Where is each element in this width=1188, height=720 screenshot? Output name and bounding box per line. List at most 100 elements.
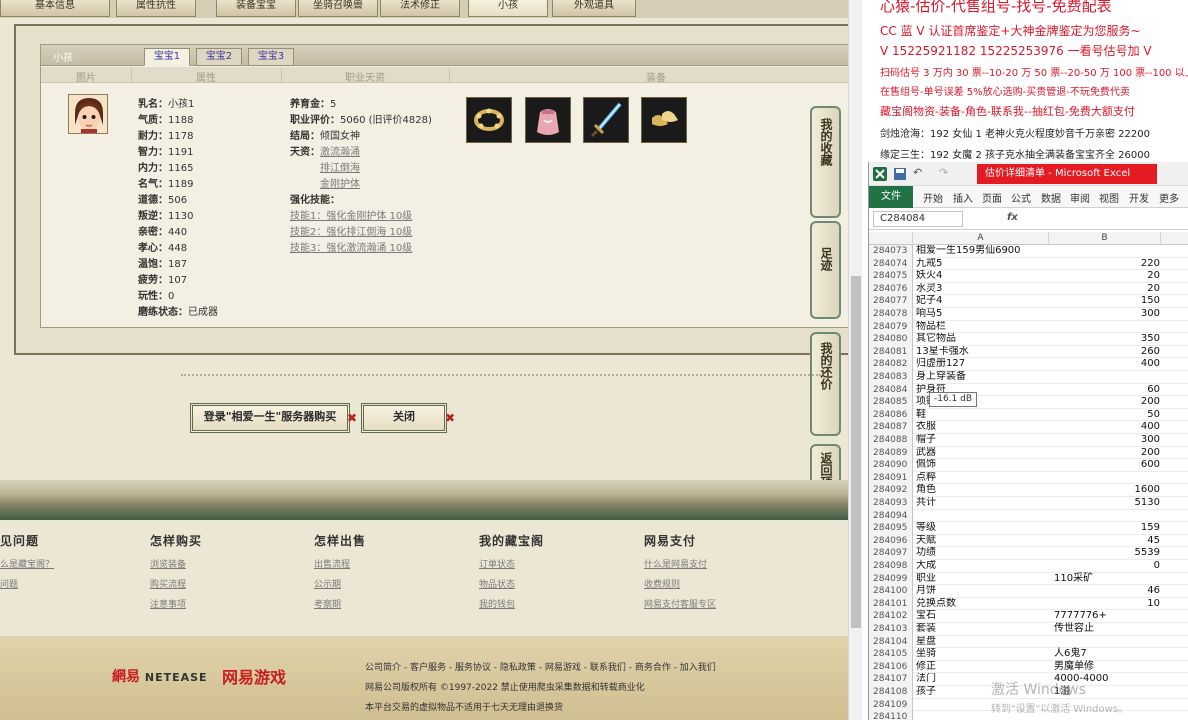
cell-a[interactable]: 星盘	[916, 636, 1052, 649]
sheet-row[interactable]: 284073 相爱一生159男仙6900	[869, 245, 1188, 258]
cell-b[interactable]: 45	[1052, 535, 1160, 548]
cell-b[interactable]: 46	[1052, 585, 1160, 598]
cell-b[interactable]: 159	[1052, 522, 1160, 535]
help-link[interactable]: 注意事项	[150, 597, 186, 610]
row-number[interactable]: 284075	[869, 270, 913, 283]
cell-a[interactable]: 点粹	[916, 472, 1052, 485]
cell-b[interactable]: 350	[1052, 333, 1160, 346]
row-number[interactable]: 284097	[869, 547, 913, 560]
cell-a[interactable]: 13星卡强水	[916, 346, 1052, 359]
row-number[interactable]: 284099	[869, 572, 913, 586]
cell-a[interactable]: 修正	[916, 661, 1052, 674]
cell-b[interactable]: 5539	[1052, 547, 1160, 560]
sheet-row[interactable]: 284102 宝石 7777776+	[869, 610, 1188, 623]
talent-link[interactable]: 排江倒海	[320, 159, 360, 174]
row-number[interactable]: 284100	[869, 585, 913, 598]
sheet-row[interactable]: 284074 九戒5 220	[869, 257, 1188, 271]
cell-a[interactable]: 月饼	[916, 585, 1052, 598]
row-number[interactable]: 284076	[869, 282, 913, 296]
sheet-row[interactable]: 284093 共计 5130	[869, 497, 1188, 510]
sheet-row[interactable]: 284095 等级 159	[869, 522, 1188, 535]
cell-b[interactable]: 1600	[1052, 484, 1160, 497]
tab-basic-info[interactable]: 基本信息	[0, 0, 110, 17]
page-scrollbar[interactable]	[848, 0, 862, 720]
cell-a[interactable]: 兑换点数	[916, 598, 1052, 611]
redo-icon[interactable]: ↷	[939, 166, 948, 179]
cell-b[interactable]: 50	[1052, 409, 1160, 422]
cell-a[interactable]: 水灵3	[916, 283, 1052, 296]
row-number[interactable]: 284095	[869, 522, 913, 535]
tab-mount-pet[interactable]: 坐骑召唤兽	[298, 0, 378, 17]
row-number[interactable]: 284073	[869, 245, 913, 258]
help-link[interactable]: 出售流程	[314, 557, 350, 570]
help-link[interactable]: 公示期	[314, 577, 341, 590]
sheet-row[interactable]: 284086 鞋 50	[869, 408, 1188, 422]
row-number[interactable]: 284102	[869, 610, 913, 623]
baby-tab-2[interactable]: 宝宝2	[196, 48, 242, 66]
sheet-row[interactable]: 284091 点粹	[869, 471, 1188, 485]
row-number[interactable]: 284082	[869, 358, 913, 371]
help-link[interactable]: 购买流程	[150, 577, 186, 590]
cell-b[interactable]: 400	[1052, 421, 1160, 434]
blue-sword-icon[interactable]	[583, 97, 629, 143]
help-link[interactable]: 考察期	[314, 597, 341, 610]
help-link[interactable]: 什么是网易支付	[644, 557, 707, 570]
sheet-row[interactable]: 284082 归虚册127 400	[869, 358, 1188, 371]
cell-a[interactable]: 功绩	[916, 547, 1052, 560]
cell-b[interactable]: 400	[1052, 358, 1160, 371]
sheet-row[interactable]: 284089 武器 200	[869, 446, 1188, 460]
skill-link[interactable]: 技能2：强化排江倒海 10级	[290, 223, 412, 238]
help-link[interactable]: 物品状态	[479, 577, 515, 590]
scroll-thumb[interactable]	[851, 276, 861, 628]
row-number[interactable]: 284089	[869, 446, 913, 460]
cell-a[interactable]: 帽子	[916, 434, 1052, 447]
sheet-row[interactable]: 284080 其它物品 350	[869, 333, 1188, 346]
cell-a[interactable]: 套装	[916, 623, 1052, 636]
footprint-button[interactable]: 足迹	[810, 221, 841, 319]
cell-a[interactable]: 坐骑	[916, 648, 1052, 661]
row-number[interactable]: 284092	[869, 484, 913, 497]
row-number[interactable]: 284078	[869, 308, 913, 321]
baby-tab-1[interactable]: 宝宝1	[144, 48, 190, 66]
footer-links[interactable]: 公司简介 - 客户服务 - 服务协议 - 隐私政策 - 网易游戏 - 联系我们 …	[365, 660, 716, 673]
my-counteroffers-button[interactable]: 我的还价	[810, 332, 841, 436]
cell-a[interactable]: 武器	[916, 447, 1052, 460]
sheet-row[interactable]: 284085 项链 200	[869, 396, 1188, 409]
sheet-row[interactable]: 284097 功绩 5539	[869, 547, 1188, 560]
ribbon-tab-file[interactable]: 文件	[869, 186, 913, 208]
cell-a[interactable]: 其它物品	[916, 333, 1052, 346]
close-button[interactable]: 关闭	[361, 403, 447, 433]
help-link[interactable]: 订单状态	[479, 557, 515, 570]
row-number[interactable]: 284106	[869, 660, 913, 674]
ribbon-tab[interactable]: 公式	[1011, 190, 1031, 205]
talent-link[interactable]: 激流瀚涌	[320, 147, 360, 158]
row-number[interactable]: 284107	[869, 673, 913, 686]
row-number[interactable]: 284080	[869, 333, 913, 346]
row-number[interactable]: 284109	[869, 698, 913, 712]
my-favorites-button[interactable]: 我的收藏	[810, 106, 841, 218]
sheet-row[interactable]: 284106 修正 男魔单修	[869, 660, 1188, 674]
row-number[interactable]: 284098	[869, 560, 913, 573]
sheet-row[interactable]: 284100 月饼 46	[869, 585, 1188, 598]
sheet-row[interactable]: 284087 衣服 400	[869, 421, 1188, 434]
row-number[interactable]: 284079	[869, 320, 913, 334]
undo-icon[interactable]: ↶	[913, 166, 922, 179]
cell-b[interactable]: 300	[1052, 308, 1160, 321]
cell-b[interactable]: 7777776+	[1052, 610, 1160, 623]
sheet-row[interactable]: 284088 帽子 300	[869, 434, 1188, 447]
cell-b[interactable]: 150	[1052, 295, 1160, 308]
cell-a[interactable]: 响马5	[916, 308, 1052, 321]
help-link[interactable]: 我的钱包	[479, 597, 515, 610]
cell-b[interactable]: 10	[1052, 598, 1160, 611]
sheet-row[interactable]: 284098 大成 0	[869, 560, 1188, 573]
sheet-row[interactable]: 284094	[869, 509, 1188, 523]
cell-a[interactable]: 物品栏	[916, 321, 1052, 334]
cell-a[interactable]: 妃子4	[916, 295, 1052, 308]
row-number[interactable]: 284091	[869, 471, 913, 485]
row-number[interactable]: 284110	[869, 711, 913, 720]
cell-b[interactable]: 60	[1052, 384, 1160, 397]
column-header[interactable]: B	[1049, 232, 1161, 245]
baby-tab-3[interactable]: 宝宝3	[248, 48, 294, 66]
row-number[interactable]: 284103	[869, 623, 913, 636]
help-link[interactable]: 问题	[0, 577, 18, 590]
